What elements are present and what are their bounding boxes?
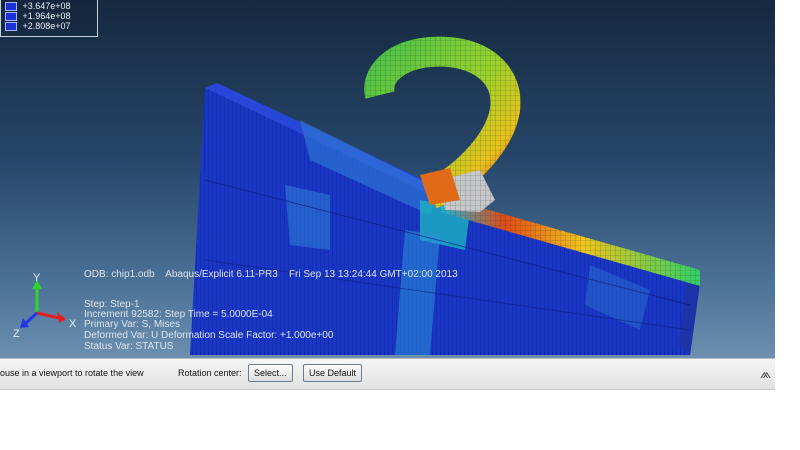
prompt-hint: ouse in a viewport to rotate the view — [0, 368, 144, 378]
timestamp: Fri Sep 13 13:24:44 GMT+02:00 2013 — [288, 269, 458, 280]
legend-min: +2.808e+07 — [22, 21, 71, 31]
axis-z-label: Z — [13, 328, 20, 340]
primary-var-label: Primary Var: S, Mises — [84, 319, 180, 330]
product-version: Abaqus/Explicit 6.11-PR3 — [165, 269, 278, 280]
prompt-bar: ouse in a viewport to rotate the view Ro… — [0, 358, 775, 390]
status-var-label: Status Var: STATUS — [84, 341, 174, 352]
axis-x-label: X — [69, 318, 77, 330]
odb-name: ODB: chip1.odb — [84, 269, 155, 280]
use-default-button[interactable]: Use Default — [303, 364, 363, 382]
legend-swatch — [5, 12, 17, 22]
legend-max: +3.647e+08 — [22, 1, 71, 11]
stress-legend: +3.647e+08 +1.964e+08 +2.808e+07 — [0, 0, 98, 37]
app-logo-icon: ⩕ — [760, 365, 772, 381]
rotation-center-label: Rotation center: — [178, 368, 242, 378]
legend-swatch — [5, 2, 17, 12]
model-viewport[interactable]: +3.647e+08 +1.964e+08 +2.808e+07 ODB: ch… — [0, 0, 775, 358]
axis-triad-icon — [20, 280, 66, 328]
select-button[interactable]: Select... — [248, 364, 293, 382]
axis-y-label: Y — [33, 272, 41, 284]
deformed-var-label: Deformed Var: U Deformation Scale Factor… — [84, 330, 334, 341]
odb-info-line: ODB: chip1.odb Abaqus/Explicit 6.11-PR3 … — [84, 270, 458, 280]
legend-swatch — [5, 22, 17, 32]
legend-mid: +1.964e+08 — [22, 11, 71, 21]
